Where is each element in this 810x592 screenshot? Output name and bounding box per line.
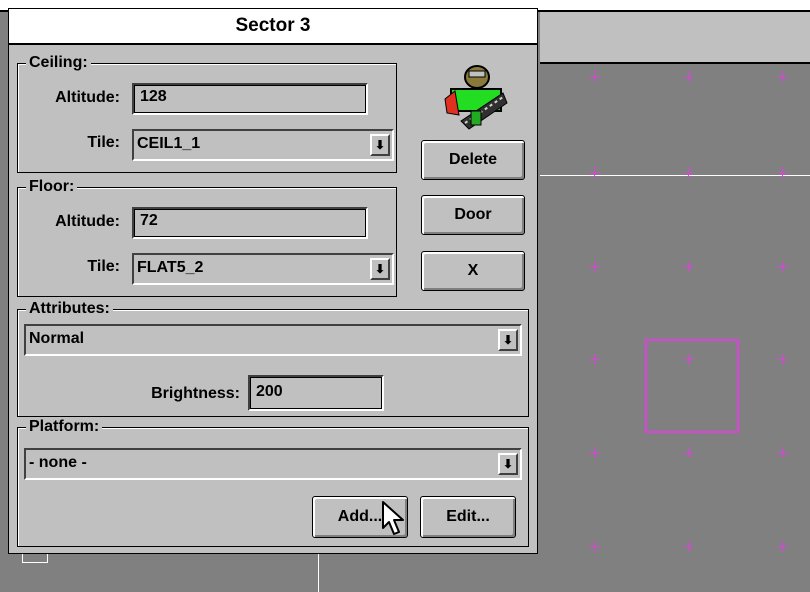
ceiling-altitude-label: Altitude:: [55, 89, 120, 106]
ceiling-tile-dropdown[interactable]: CEIL1_1 ⬇: [132, 129, 394, 161]
close-button[interactable]: X: [421, 251, 525, 291]
chevron-down-icon[interactable]: ⬇: [498, 453, 518, 475]
ceiling-group: Ceiling: Altitude: 128 Tile: CEIL1_1 ⬇: [17, 54, 397, 173]
attributes-legend: Attributes:: [26, 300, 113, 318]
sector-dialog: Sector 3 Ceiling: Altitude: 128 Tile: CE…: [8, 8, 538, 554]
grid-marker: [777, 447, 788, 458]
map-toolbar-border: [540, 62, 810, 64]
delete-button[interactable]: Delete: [421, 140, 525, 180]
grid-marker: [683, 447, 694, 458]
dialog-title[interactable]: Sector 3: [9, 9, 537, 45]
attributes-dropdown[interactable]: Normal ⬇: [24, 324, 522, 356]
door-button[interactable]: Door: [421, 195, 525, 235]
ceiling-tile-value: CEIL1_1: [137, 135, 201, 152]
ceiling-altitude-field[interactable]: 128: [132, 83, 368, 115]
arrow-cursor-icon: [382, 501, 404, 535]
grid-marker: [589, 261, 600, 272]
grid-marker: [589, 541, 600, 552]
floor-group: Floor: Altitude: 72 Tile: FLAT5_2 ⬇: [17, 178, 397, 297]
grid-marker: [589, 71, 600, 82]
platform-group: Platform: - none - ⬇ Add... Edit...: [17, 418, 529, 547]
grid-marker: [683, 261, 694, 272]
attributes-group: Attributes: Normal ⬇ Brightness: 200: [17, 300, 529, 417]
map-linedef[interactable]: [318, 552, 319, 592]
map-toolbar-strip: [540, 12, 810, 62]
floor-altitude-field[interactable]: 72: [132, 207, 368, 239]
chevron-down-icon[interactable]: ⬇: [370, 258, 390, 280]
grid-marker: [589, 447, 600, 458]
platform-legend: Platform:: [26, 418, 103, 436]
grid-marker: [589, 354, 600, 365]
platform-dropdown[interactable]: - none - ⬇: [24, 448, 522, 480]
sector-sprite-icon: [444, 65, 508, 130]
platform-value: - none -: [29, 454, 87, 471]
ceiling-legend: Ceiling:: [26, 54, 91, 72]
platform-edit-button[interactable]: Edit...: [420, 496, 516, 538]
selected-sector-box[interactable]: [645, 339, 739, 433]
grid-marker: [683, 71, 694, 82]
grid-marker: [589, 167, 600, 178]
floor-altitude-label: Altitude:: [55, 213, 120, 230]
grid-marker: [777, 354, 788, 365]
floor-tile-dropdown[interactable]: FLAT5_2 ⬇: [132, 253, 394, 285]
attributes-value: Normal: [29, 330, 85, 347]
grid-marker: [777, 167, 788, 178]
floor-legend: Floor:: [26, 178, 78, 196]
grid-marker: [777, 261, 788, 272]
brightness-field[interactable]: 200: [248, 375, 384, 411]
grid-marker: [777, 541, 788, 552]
floor-tile-value: FLAT5_2: [137, 259, 204, 276]
ceiling-tile-label: Tile:: [87, 134, 120, 151]
brightness-label: Brightness:: [151, 385, 240, 402]
grid-marker: [683, 167, 694, 178]
grid-marker: [683, 541, 694, 552]
chevron-down-icon[interactable]: ⬇: [370, 134, 390, 156]
map-linedef[interactable]: [540, 175, 810, 176]
grid-marker: [777, 71, 788, 82]
floor-tile-label: Tile:: [87, 258, 120, 275]
chevron-down-icon[interactable]: ⬇: [498, 329, 518, 351]
